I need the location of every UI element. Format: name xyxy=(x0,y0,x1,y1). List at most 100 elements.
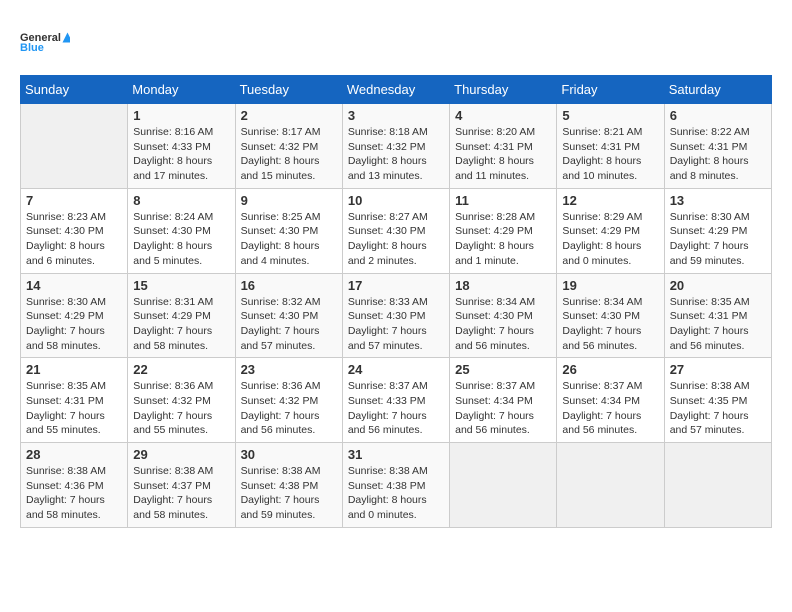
day-info: Sunrise: 8:31 AMSunset: 4:29 PMDaylight:… xyxy=(133,295,229,354)
day-info: Sunrise: 8:27 AMSunset: 4:30 PMDaylight:… xyxy=(348,210,444,269)
day-info: Sunrise: 8:25 AMSunset: 4:30 PMDaylight:… xyxy=(241,210,337,269)
calendar-week-4: 21Sunrise: 8:35 AMSunset: 4:31 PMDayligh… xyxy=(21,358,772,443)
calendar-cell: 2 Sunrise: 8:17 AMSunset: 4:32 PMDaylight… xyxy=(235,104,342,189)
calendar-cell: 20 Sunrise: 8:35 AMSunset: 4:31 PMDayligh… xyxy=(664,273,771,358)
day-info: Sunrise: 8:38 AMSunset: 4:38 PMDaylight:… xyxy=(348,464,444,523)
day-number: 12 xyxy=(562,193,658,208)
col-header-tuesday: Tuesday xyxy=(235,76,342,104)
col-header-monday: Monday xyxy=(128,76,235,104)
calendar-cell: 7Sunrise: 8:23 AMSunset: 4:30 PMDaylight… xyxy=(21,188,128,273)
calendar-cell: 24 Sunrise: 8:37 AMSunset: 4:33 PMDayligh… xyxy=(342,358,449,443)
day-number: 28 xyxy=(26,447,122,462)
day-info: Sunrise: 8:30 AMSunset: 4:29 PMDaylight:… xyxy=(670,210,766,269)
calendar-cell: 6Sunrise: 8:22 AMSunset: 4:31 PMDaylight… xyxy=(664,104,771,189)
day-number: 24 xyxy=(348,362,444,377)
calendar-cell: 9 Sunrise: 8:25 AMSunset: 4:30 PMDaylight… xyxy=(235,188,342,273)
day-info: Sunrise: 8:38 AMSunset: 4:38 PMDaylight:… xyxy=(241,464,337,523)
day-number: 21 xyxy=(26,362,122,377)
calendar-cell: 25 Sunrise: 8:37 AMSunset: 4:34 PMDayligh… xyxy=(450,358,557,443)
day-number: 15 xyxy=(133,278,229,293)
day-info: Sunrise: 8:24 AMSunset: 4:30 PMDaylight:… xyxy=(133,210,229,269)
day-number: 1 xyxy=(133,108,229,123)
day-number: 3 xyxy=(348,108,444,123)
day-number: 19 xyxy=(562,278,658,293)
calendar-cell: 16Sunrise: 8:32 AMSunset: 4:30 PMDayligh… xyxy=(235,273,342,358)
day-info: Sunrise: 8:36 AMSunset: 4:32 PMDaylight:… xyxy=(241,379,337,438)
day-number: 17 xyxy=(348,278,444,293)
calendar-cell xyxy=(21,104,128,189)
day-number: 13 xyxy=(670,193,766,208)
day-info: Sunrise: 8:30 AMSunset: 4:29 PMDaylight:… xyxy=(26,295,122,354)
day-info: Sunrise: 8:36 AMSunset: 4:32 PMDaylight:… xyxy=(133,379,229,438)
calendar-cell: 5 Sunrise: 8:21 AMSunset: 4:31 PMDaylight… xyxy=(557,104,664,189)
day-info: Sunrise: 8:18 AMSunset: 4:32 PMDaylight:… xyxy=(348,125,444,184)
day-info: Sunrise: 8:21 AMSunset: 4:31 PMDaylight:… xyxy=(562,125,658,184)
calendar-cell: 4Sunrise: 8:20 AMSunset: 4:31 PMDaylight… xyxy=(450,104,557,189)
day-number: 7 xyxy=(26,193,122,208)
calendar-cell: 17 Sunrise: 8:33 AMSunset: 4:30 PMDayligh… xyxy=(342,273,449,358)
day-info: Sunrise: 8:29 AMSunset: 4:29 PMDaylight:… xyxy=(562,210,658,269)
logo: General Blue xyxy=(20,20,70,65)
calendar-cell: 11 Sunrise: 8:28 AMSunset: 4:29 PMDayligh… xyxy=(450,188,557,273)
day-number: 30 xyxy=(241,447,337,462)
col-header-wednesday: Wednesday xyxy=(342,76,449,104)
calendar-cell: 10 Sunrise: 8:27 AMSunset: 4:30 PMDayligh… xyxy=(342,188,449,273)
day-number: 9 xyxy=(241,193,337,208)
day-number: 18 xyxy=(455,278,551,293)
day-info: Sunrise: 8:28 AMSunset: 4:29 PMDaylight:… xyxy=(455,210,551,269)
calendar-week-2: 7Sunrise: 8:23 AMSunset: 4:30 PMDaylight… xyxy=(21,188,772,273)
col-header-friday: Friday xyxy=(557,76,664,104)
calendar-cell: 28 Sunrise: 8:38 AMSunset: 4:36 PMDayligh… xyxy=(21,443,128,528)
logo-svg: General Blue xyxy=(20,20,70,65)
day-info: Sunrise: 8:37 AMSunset: 4:34 PMDaylight:… xyxy=(455,379,551,438)
day-info: Sunrise: 8:38 AMSunset: 4:35 PMDaylight:… xyxy=(670,379,766,438)
calendar-cell: 19 Sunrise: 8:34 AMSunset: 4:30 PMDayligh… xyxy=(557,273,664,358)
day-number: 11 xyxy=(455,193,551,208)
calendar-cell: 3 Sunrise: 8:18 AMSunset: 4:32 PMDaylight… xyxy=(342,104,449,189)
calendar-cell: 23 Sunrise: 8:36 AMSunset: 4:32 PMDayligh… xyxy=(235,358,342,443)
day-number: 22 xyxy=(133,362,229,377)
day-info: Sunrise: 8:38 AMSunset: 4:36 PMDaylight:… xyxy=(26,464,122,523)
calendar-cell xyxy=(557,443,664,528)
day-number: 2 xyxy=(241,108,337,123)
day-number: 10 xyxy=(348,193,444,208)
day-info: Sunrise: 8:22 AMSunset: 4:31 PMDaylight:… xyxy=(670,125,766,184)
day-info: Sunrise: 8:38 AMSunset: 4:37 PMDaylight:… xyxy=(133,464,229,523)
calendar-cell: 15 Sunrise: 8:31 AMSunset: 4:29 PMDayligh… xyxy=(128,273,235,358)
calendar-cell: 26Sunrise: 8:37 AMSunset: 4:34 PMDayligh… xyxy=(557,358,664,443)
day-info: Sunrise: 8:17 AMSunset: 4:32 PMDaylight:… xyxy=(241,125,337,184)
calendar-cell: 1 Sunrise: 8:16 AMSunset: 4:33 PMDaylight… xyxy=(128,104,235,189)
day-info: Sunrise: 8:35 AMSunset: 4:31 PMDaylight:… xyxy=(670,295,766,354)
calendar-cell: 27 Sunrise: 8:38 AMSunset: 4:35 PMDayligh… xyxy=(664,358,771,443)
svg-text:Blue: Blue xyxy=(20,42,44,54)
calendar-cell: 31 Sunrise: 8:38 AMSunset: 4:38 PMDayligh… xyxy=(342,443,449,528)
day-number: 16 xyxy=(241,278,337,293)
day-info: Sunrise: 8:16 AMSunset: 4:33 PMDaylight:… xyxy=(133,125,229,184)
day-info: Sunrise: 8:20 AMSunset: 4:31 PMDaylight:… xyxy=(455,125,551,184)
day-number: 23 xyxy=(241,362,337,377)
calendar-cell: 21Sunrise: 8:35 AMSunset: 4:31 PMDayligh… xyxy=(21,358,128,443)
calendar-cell: 18Sunrise: 8:34 AMSunset: 4:30 PMDayligh… xyxy=(450,273,557,358)
day-info: Sunrise: 8:33 AMSunset: 4:30 PMDaylight:… xyxy=(348,295,444,354)
day-number: 20 xyxy=(670,278,766,293)
day-number: 25 xyxy=(455,362,551,377)
calendar-week-3: 14Sunrise: 8:30 AMSunset: 4:29 PMDayligh… xyxy=(21,273,772,358)
calendar-cell: 14Sunrise: 8:30 AMSunset: 4:29 PMDayligh… xyxy=(21,273,128,358)
day-info: Sunrise: 8:37 AMSunset: 4:33 PMDaylight:… xyxy=(348,379,444,438)
calendar-week-5: 28 Sunrise: 8:38 AMSunset: 4:36 PMDayligh… xyxy=(21,443,772,528)
col-header-thursday: Thursday xyxy=(450,76,557,104)
calendar-cell: 12 Sunrise: 8:29 AMSunset: 4:29 PMDayligh… xyxy=(557,188,664,273)
page-header: General Blue xyxy=(20,20,772,65)
calendar-cell: 29 Sunrise: 8:38 AMSunset: 4:37 PMDayligh… xyxy=(128,443,235,528)
calendar-header-row: SundayMondayTuesdayWednesdayThursdayFrid… xyxy=(21,76,772,104)
calendar-cell xyxy=(664,443,771,528)
day-info: Sunrise: 8:34 AMSunset: 4:30 PMDaylight:… xyxy=(562,295,658,354)
day-number: 29 xyxy=(133,447,229,462)
day-number: 31 xyxy=(348,447,444,462)
calendar-cell: 8Sunrise: 8:24 AMSunset: 4:30 PMDaylight… xyxy=(128,188,235,273)
calendar-cell: 30 Sunrise: 8:38 AMSunset: 4:38 PMDayligh… xyxy=(235,443,342,528)
calendar-cell: 22 Sunrise: 8:36 AMSunset: 4:32 PMDayligh… xyxy=(128,358,235,443)
calendar-cell: 13 Sunrise: 8:30 AMSunset: 4:29 PMDayligh… xyxy=(664,188,771,273)
day-number: 27 xyxy=(670,362,766,377)
day-number: 5 xyxy=(562,108,658,123)
